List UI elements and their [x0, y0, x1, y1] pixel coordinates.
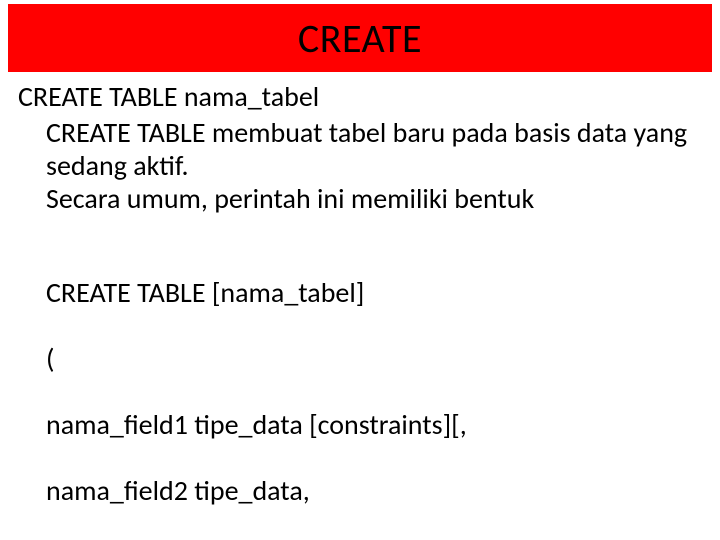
- code-line-1: CREATE TABLE [nama_tabel]: [46, 275, 364, 310]
- heading-line: CREATE TABLE nama_tabel: [18, 80, 702, 114]
- code-block: CREATE TABLE [nama_tabel] ( nama_field1 …: [18, 243, 702, 540]
- slide-title: CREATE: [298, 14, 422, 63]
- title-bar: CREATE: [8, 4, 712, 72]
- paragraph-line-1: CREATE TABLE membuat tabel baru pada bas…: [46, 115, 687, 183]
- code-line-3: nama_field1 tipe_data [constraints][,: [46, 407, 467, 442]
- code-line-2: (: [46, 341, 55, 376]
- paragraph-line-2: Secara umum, perintah ini memiliki bentu…: [46, 181, 534, 216]
- paragraph: CREATE TABLE membuat tabel baru pada bas…: [18, 116, 702, 215]
- slide: CREATE CREATE TABLE nama_tabel CREATE TA…: [0, 4, 720, 540]
- code-line-4: nama_field2 tipe_data,: [46, 473, 310, 508]
- slide-content: CREATE TABLE nama_tabel CREATE TABLE mem…: [0, 72, 720, 540]
